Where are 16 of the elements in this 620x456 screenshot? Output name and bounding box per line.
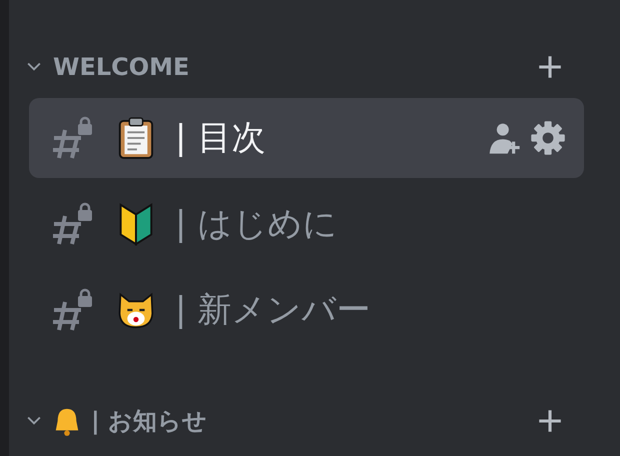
channel-item[interactable]: | はじめに — [29, 184, 584, 264]
channel-name: | 目次 — [175, 117, 266, 160]
channel-item[interactable]: | 新メンバー — [29, 270, 584, 350]
category-name[interactable]: WELCOME — [53, 53, 538, 81]
channel-name: | 新メンバー — [175, 289, 372, 332]
category-name[interactable]: | お知らせ — [91, 405, 538, 437]
add-channel-icon[interactable] — [538, 409, 562, 433]
chevron-down-icon[interactable] — [27, 416, 41, 426]
bell-icon — [53, 406, 81, 436]
settings-icon[interactable] — [530, 120, 566, 156]
add-channel-icon[interactable] — [538, 55, 562, 79]
clipboard-icon — [117, 116, 155, 160]
channel-name: | はじめに — [175, 203, 338, 246]
leaf-badge-icon — [117, 202, 155, 246]
channel-item[interactable]: | 目次 — [29, 98, 584, 178]
chevron-down-icon[interactable] — [27, 62, 41, 72]
